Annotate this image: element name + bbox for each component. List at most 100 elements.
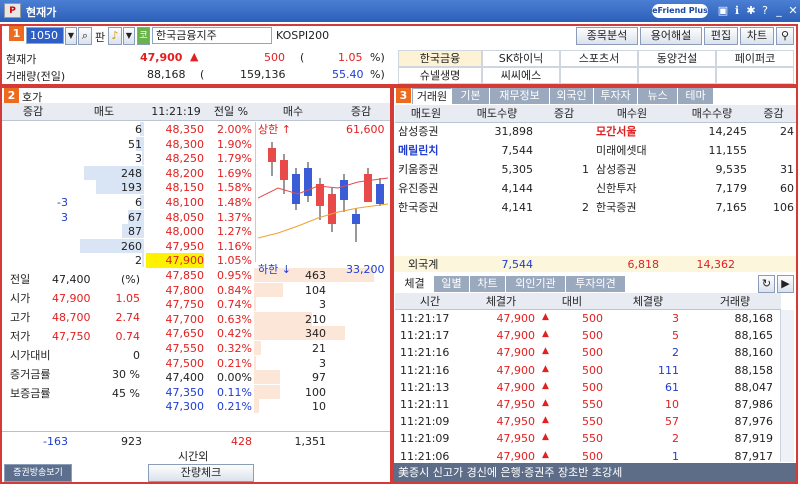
buy-broker[interactable]: 한국증권 — [596, 200, 636, 215]
info-label: 증거금률 — [10, 368, 51, 381]
bid-quantity[interactable]: 3 — [254, 356, 326, 371]
buy-broker[interactable]: 미래에셋대 — [596, 143, 647, 158]
ask-quantity[interactable]: 6 — [64, 195, 142, 210]
pin-icon[interactable]: ✱ — [744, 4, 758, 18]
bid-quantity[interactable]: 21 — [254, 341, 326, 356]
tab-3[interactable]: 외국인 — [550, 88, 594, 104]
related-stock-item[interactable]: 동양건설 — [638, 50, 716, 67]
broker-header: 매수수량 — [673, 105, 751, 123]
related-stock-item[interactable]: SK하이닉 — [482, 50, 560, 67]
bid-pct: 0.42% — [217, 327, 252, 341]
subtab-4[interactable]: 투자의견 — [566, 276, 626, 292]
ask-price[interactable]: 48,050 — [146, 210, 205, 225]
sell-broker[interactable]: 한국증권 — [398, 200, 438, 215]
subtab-0[interactable]: 체결 — [396, 276, 434, 292]
next-icon[interactable]: ▶ — [777, 275, 794, 293]
code-dropdown-icon[interactable]: ▼ — [65, 27, 77, 45]
minimize-icon[interactable]: _ — [772, 4, 786, 18]
help-icon[interactable]: ? — [758, 4, 772, 18]
bid-price[interactable]: 47,800 — [146, 283, 205, 298]
sell-broker[interactable]: 메릴린치 — [398, 143, 438, 158]
ask-price[interactable]: 48,150 — [146, 180, 205, 195]
stock-analysis-button[interactable]: 종목분석 — [576, 27, 638, 45]
ask-quantity[interactable]: 248 — [64, 166, 142, 181]
bid-quantity[interactable]: 10 — [254, 399, 326, 414]
news-ticker[interactable]: 美증시 신고가 경신에 은행·증권주 장초반 초강세 — [394, 463, 796, 482]
ask-price[interactable]: 47,900 — [146, 253, 204, 269]
related-stock-item[interactable]: 슈넬생명 — [398, 67, 482, 84]
bid-quantity[interactable]: 104 — [254, 283, 326, 298]
bid-quantity[interactable]: 97 — [254, 370, 326, 385]
bid-price[interactable]: 47,350 — [146, 385, 205, 400]
tick-scrollbar[interactable] — [780, 310, 794, 462]
refresh-icon[interactable]: ↻ — [758, 275, 775, 293]
tab-5[interactable]: 뉴스 — [638, 88, 678, 104]
info-icon[interactable]: ℹ — [730, 4, 744, 18]
tab-6[interactable]: 테마 — [678, 88, 714, 104]
tab-1[interactable]: 기본 — [452, 88, 490, 104]
bid-quantity[interactable]: 100 — [254, 385, 326, 400]
bid-price[interactable]: 47,750 — [146, 297, 205, 312]
ask-price[interactable]: 48,350 — [146, 122, 205, 137]
bid-price[interactable]: 47,850 — [146, 268, 205, 283]
bid-price[interactable]: 47,550 — [146, 341, 205, 356]
ask-quantity[interactable]: 3 — [64, 151, 142, 166]
subtab-1[interactable]: 일별 — [434, 276, 470, 292]
ask-quantity[interactable]: 193 — [64, 180, 142, 195]
ask-price[interactable]: 47,950 — [146, 239, 205, 254]
ask-quantity[interactable]: 6 — [64, 122, 142, 137]
related-stock-item[interactable]: 스포츠서 — [560, 50, 638, 67]
mode-dropdown-icon[interactable]: ▼ — [123, 27, 135, 45]
ask-price[interactable]: 48,300 — [146, 137, 205, 152]
ask-price[interactable]: 48,000 — [146, 224, 205, 239]
bid-quantity[interactable]: 3 — [254, 297, 326, 312]
ask-quantity[interactable]: 87 — [64, 224, 142, 239]
close-icon[interactable]: ✕ — [786, 4, 800, 18]
related-stock-item[interactable] — [560, 67, 638, 84]
bid-price[interactable]: 47,700 — [146, 312, 205, 327]
balance-check-button[interactable]: 잔량체크 — [148, 464, 254, 482]
buy-broker[interactable]: 신한투자 — [596, 181, 636, 196]
up-arrow-icon: ▲ — [190, 50, 199, 63]
bid-quantity[interactable]: 210 — [254, 312, 326, 327]
bid-quantity[interactable]: 340 — [254, 326, 326, 341]
subtab-2[interactable]: 차트 — [470, 276, 506, 292]
link-icon[interactable]: ▣ — [716, 4, 730, 18]
bid-price[interactable]: 47,500 — [146, 356, 205, 371]
buy-broker[interactable]: 모간서울 — [596, 124, 636, 139]
related-stock-item[interactable]: 씨씨에스 — [482, 67, 560, 84]
ask-price[interactable]: 48,200 — [146, 166, 205, 181]
chart-button[interactable]: 차트 — [740, 27, 774, 45]
ask-quantity[interactable]: 2 — [64, 253, 142, 268]
broadcast-button[interactable]: 증권방송보기 — [4, 464, 72, 482]
tab-4[interactable]: 투자자 — [594, 88, 638, 104]
ask-price[interactable]: 48,100 — [146, 195, 205, 210]
sell-broker[interactable]: 키움증권 — [398, 162, 438, 177]
bid-price[interactable]: 47,400 — [146, 370, 205, 385]
subtab-3[interactable]: 외인기관 — [506, 276, 566, 292]
related-stock-item[interactable]: 한국금융 — [398, 50, 482, 67]
ask-quantity[interactable]: 67 — [64, 210, 142, 225]
stock-code-input[interactable]: 1050 — [26, 27, 64, 44]
ask-change: 3 — [61, 210, 68, 224]
search-icon[interactable]: ⌕ — [78, 27, 92, 45]
sell-broker[interactable]: 삼성증권 — [398, 124, 438, 139]
bid-price[interactable]: 47,650 — [146, 326, 205, 341]
tick-header: 대비 — [537, 293, 607, 310]
related-stock-item[interactable] — [716, 67, 794, 84]
magnifier-icon[interactable]: ⚲ — [776, 27, 794, 45]
bid-price[interactable]: 47,300 — [146, 399, 205, 414]
stock-name-field[interactable]: 한국금융지주 — [152, 27, 272, 44]
tab-0[interactable]: 거래원 — [412, 88, 452, 104]
related-stock-item[interactable] — [638, 67, 716, 84]
sell-broker[interactable]: 유진증권 — [398, 181, 438, 196]
ask-quantity[interactable]: 51 — [64, 137, 142, 152]
edit-button[interactable]: 편집 — [704, 27, 738, 45]
ask-quantity[interactable]: 260 — [64, 239, 142, 254]
related-stock-item[interactable]: 페이퍼코 — [716, 50, 794, 67]
bell-icon[interactable]: ♪ — [108, 27, 122, 45]
glossary-button[interactable]: 용어해설 — [640, 27, 702, 45]
buy-broker[interactable]: 삼성증권 — [596, 162, 636, 177]
ask-price[interactable]: 48,250 — [146, 151, 205, 166]
tab-2[interactable]: 재무정보 — [490, 88, 550, 104]
